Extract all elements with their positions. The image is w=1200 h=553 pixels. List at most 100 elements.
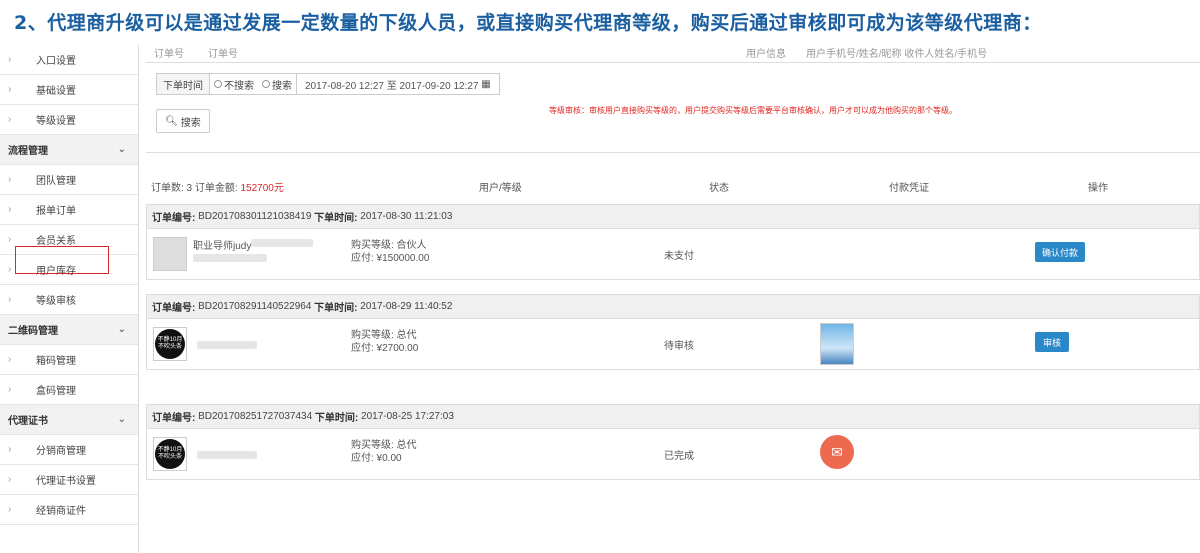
highlight-box (15, 246, 109, 274)
summary-row: 订单数: 3 订单金额: 152700元 用户/等级 状态 付款凭证 操作 (146, 173, 1200, 199)
sidebar-item-label: 经销商证件 (36, 506, 86, 517)
sidebar: › 入口设置 › 基础设置 › 等级设置 流程管理 ⌄ › 团队管理 › 报单订单 › 会员关系 › 用户库存… (0, 45, 139, 553)
sidebar-group[interactable]: 二维码管理 ⌄ (0, 315, 138, 345)
brand-logo: 不静10月 不吹头条 (155, 329, 185, 359)
calendar-icon: ▦ (481, 78, 491, 90)
amount-due: 应付: ¥0.00 (351, 453, 402, 464)
chevron-right-icon: › (8, 474, 12, 485)
summary-amount: 152700元 (240, 182, 284, 194)
order-time: 2017-08-30 11:21:03 (360, 211, 453, 222)
avatar: 不静10月 不吹头条 (153, 437, 187, 471)
chevron-down-icon: ⌄ (117, 324, 126, 335)
order-number: BD201708301121038419 (198, 211, 312, 222)
order-no-label: 订单编号: (152, 213, 196, 224)
user-info-label: 用户信息 (746, 49, 786, 60)
sidebar-item[interactable]: › 入口设置 (0, 45, 138, 75)
chevron-down-icon: ⌄ (117, 414, 126, 425)
order-no-input[interactable]: 订单号 (208, 45, 238, 60)
order-time-label: 下单时间: (314, 413, 359, 424)
time-label: 下单时间 (157, 74, 210, 94)
sidebar-item[interactable]: › 等级审核 (0, 285, 138, 315)
order-body: 不静10月 不吹头条 购买等级: 总代 应付: ¥0.00 已完成 ✉ (147, 429, 1199, 479)
col-proof-header: 付款凭证 (889, 182, 929, 194)
sidebar-item-label: 等级设置 (36, 116, 76, 127)
summary-count: 订单数: 3 订单金额: (151, 182, 241, 194)
sidebar-item[interactable]: › 经销商证件 (0, 495, 138, 525)
sidebar-item-label: 流程管理 (8, 146, 48, 157)
date-range-input[interactable]: 2017-08-20 12:27 至 2017-09-20 12:27 ▦ (296, 74, 499, 94)
order-status: 已完成 (664, 451, 694, 462)
sidebar-item-label: 盒码管理 (36, 386, 76, 397)
order-no-label: 订单编号: (152, 303, 196, 314)
sidebar-group[interactable]: 代理证书 ⌄ (0, 405, 138, 435)
amount-due: 应付: ¥150000.00 (351, 253, 430, 264)
radio-icon (214, 80, 222, 88)
logo-text: 不吹头条 (157, 344, 182, 350)
order-card: 订单编号: BD201708301121038419 下单时间: 2017-08… (146, 204, 1200, 280)
avatar-photo (154, 238, 186, 270)
user-info-input[interactable]: 用户手机号/姓名/昵称 收件人姓名/手机号 (806, 45, 987, 60)
sidebar-item[interactable]: › 基础设置 (0, 75, 138, 105)
sidebar-item[interactable]: › 分销商管理 (0, 435, 138, 465)
order-header: 订单编号: BD201708301121038419 下单时间: 2017-08… (147, 205, 1199, 229)
order-card: 订单编号: BD201708251727037434 下单时间: 2017-08… (146, 404, 1200, 480)
order-header: 订单编号: BD201708291140522964 下单时间: 2017-08… (147, 295, 1199, 319)
sidebar-item-label: 代理证书设置 (36, 476, 96, 487)
order-time-label: 下单时间: (314, 303, 358, 314)
chevron-right-icon: › (8, 174, 12, 185)
search-button[interactable]: 🔍︎ 搜索 (156, 109, 210, 133)
sidebar-item-label: 基础设置 (36, 86, 76, 97)
order-header: 订单编号: BD201708251727037434 下单时间: 2017-08… (147, 405, 1199, 429)
chevron-right-icon: › (8, 54, 12, 65)
radio-yes-label: 搜索 (272, 80, 292, 92)
order-number: BD201708291140522964 (198, 301, 312, 312)
order-status: 待审核 (664, 341, 694, 352)
radio-no-search[interactable]: 不搜索 (210, 77, 258, 92)
chevron-right-icon: › (8, 354, 12, 365)
sidebar-item-label: 会员关系 (36, 236, 76, 247)
radio-search[interactable]: 搜索 (258, 77, 296, 92)
user-name: 职业导师judy (193, 241, 252, 252)
sidebar-item[interactable]: › 等级设置 (0, 105, 138, 135)
sidebar-item[interactable]: › 报单订单 (0, 195, 138, 225)
col-action-header: 操作 (1088, 182, 1108, 194)
blurred-text (197, 341, 257, 349)
avatar (153, 237, 187, 271)
order-time: 2017-08-29 11:40:52 (360, 301, 453, 312)
order-card: 订单编号: BD201708291140522964 下单时间: 2017-08… (146, 294, 1200, 370)
amount-due: 应付: ¥2700.00 (351, 343, 419, 354)
avatar: 不静10月 不吹头条 (153, 327, 187, 361)
mail-icon[interactable]: ✉ (820, 435, 854, 469)
chevron-right-icon: › (8, 84, 12, 95)
col-user-header: 用户/等级 (479, 182, 522, 194)
order-level: 购买等级: 总代 应付: ¥0.00 (351, 439, 417, 465)
order-action-button[interactable]: 审核 (1035, 332, 1069, 352)
payment-proof-image[interactable] (820, 323, 854, 365)
sidebar-item-label: 入口设置 (36, 56, 76, 67)
purchase-level: 购买等级: 总代 (351, 440, 417, 451)
order-level: 购买等级: 合伙人 应付: ¥150000.00 (351, 239, 429, 265)
filter-top-row: 订单号 订单号 用户信息 用户手机号/姓名/昵称 收件人姓名/手机号 (146, 45, 1200, 63)
search-button-label: 搜索 (180, 117, 201, 129)
blurred-text (197, 451, 257, 459)
sidebar-item[interactable]: › 盒码管理 (0, 375, 138, 405)
audit-note: 等级审核：审核用户直接购买等级的，用户提交购买等级后需要平台审核确认，用户才可以… (549, 106, 957, 115)
brand-logo: 不静10月 不吹头条 (155, 439, 185, 469)
time-filter: 下单时间 不搜索 搜索 2017-08-20 12:27 至 2017-09-2… (156, 73, 500, 95)
page-heading: 2、代理商升级可以是通过发展一定数量的下级人员，或直接购买代理商等级，购买后通过… (14, 12, 1042, 34)
logo-text: 不静10月 (157, 446, 183, 453)
sidebar-group[interactable]: 流程管理 ⌄ (0, 135, 138, 165)
blurred-text (251, 239, 313, 247)
sidebar-item[interactable]: › 代理证书设置 (0, 465, 138, 495)
purchase-level: 购买等级: 合伙人 (351, 240, 427, 251)
search-icon: 🔍︎ (165, 115, 178, 127)
chevron-right-icon: › (8, 114, 12, 125)
sidebar-item[interactable]: › 箱码管理 (0, 345, 138, 375)
purchase-level: 购买等级: 总代 (351, 330, 417, 341)
logo-text: 不静10月 (157, 336, 183, 343)
sidebar-item-label: 箱码管理 (36, 356, 76, 367)
sidebar-item[interactable]: › 团队管理 (0, 165, 138, 195)
col-status-header: 状态 (709, 182, 729, 194)
chevron-right-icon: › (8, 384, 12, 395)
order-action-button[interactable]: 确认付款 (1035, 242, 1085, 262)
